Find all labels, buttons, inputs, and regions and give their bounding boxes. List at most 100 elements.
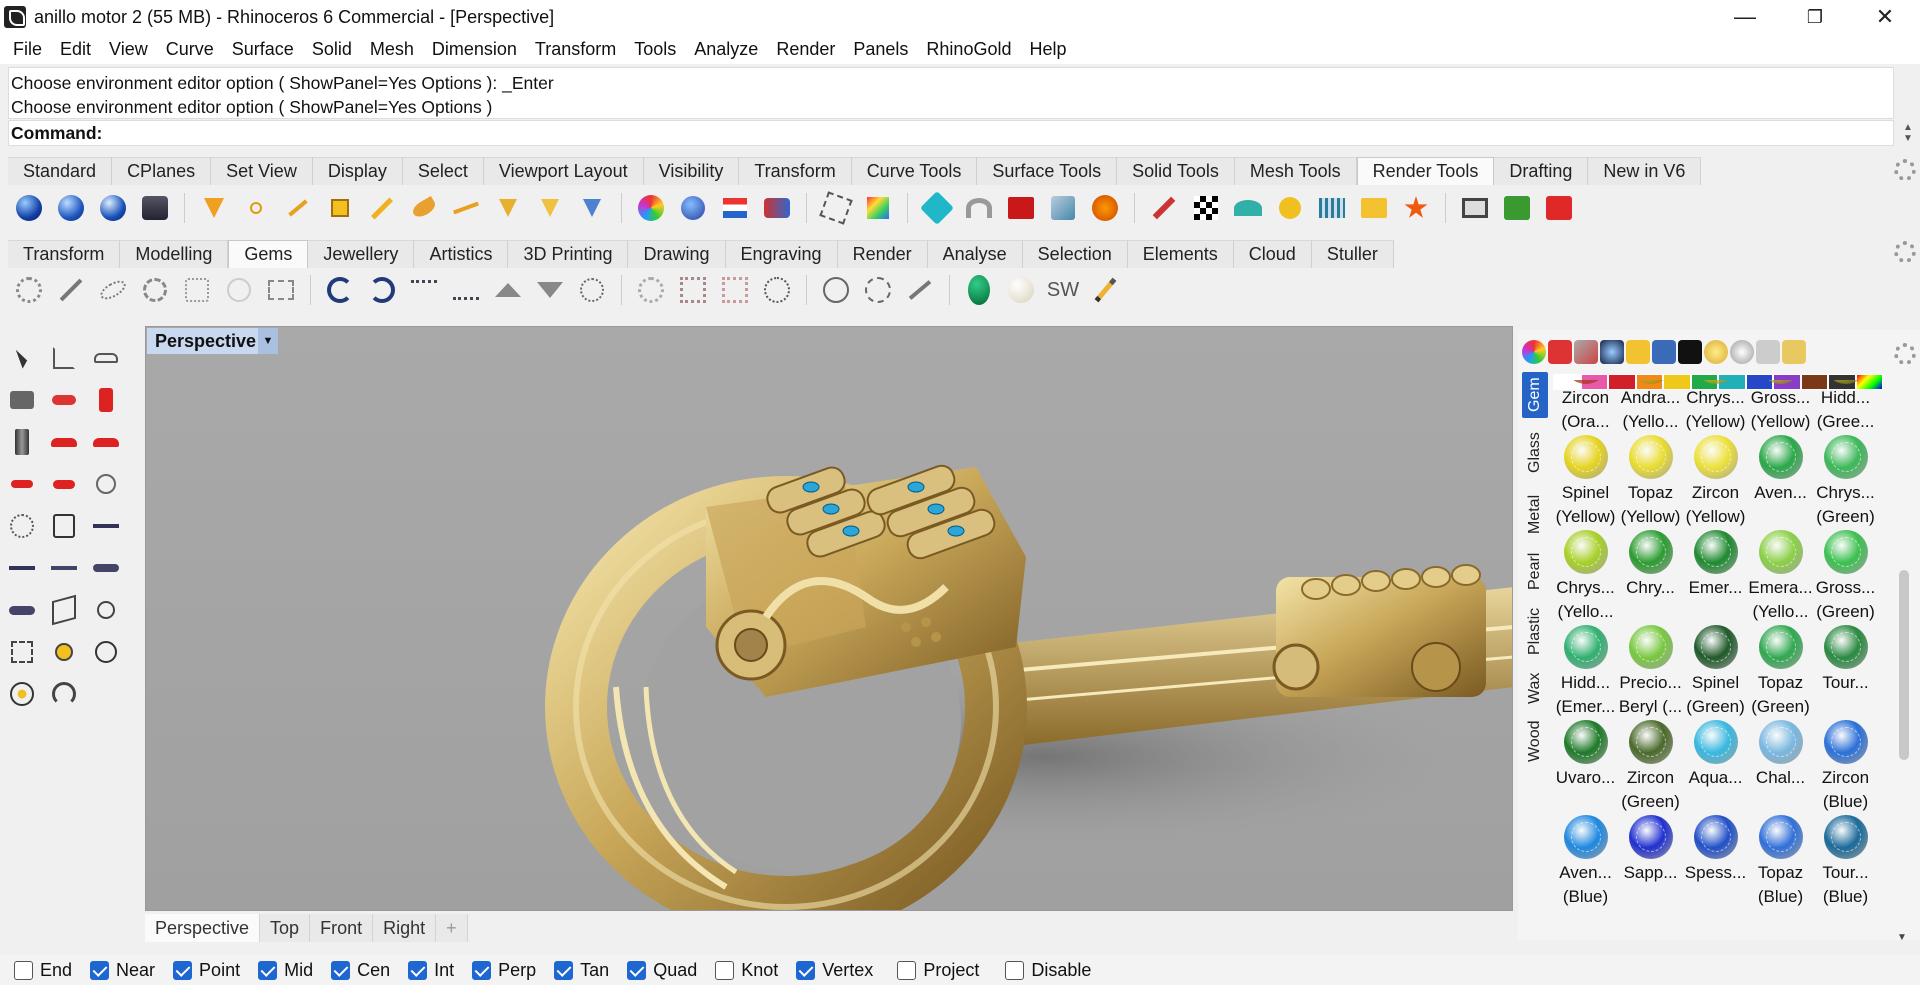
material-editor-icon[interactable]: [634, 191, 668, 225]
gem-report-icon[interactable]: [575, 273, 609, 307]
tab-surface-tools[interactable]: Surface Tools: [977, 157, 1118, 185]
cylindrical-mapping-icon[interactable]: [920, 191, 954, 225]
folder-icon[interactable]: [1357, 191, 1391, 225]
sun-icon[interactable]: [1704, 340, 1728, 364]
tab-selection[interactable]: Selection: [1022, 240, 1128, 268]
command-input[interactable]: Command:: [8, 120, 1894, 146]
tab-drawing[interactable]: Drawing: [628, 240, 726, 268]
gem-material-item[interactable]: Emer...: [1683, 530, 1748, 625]
gem-material-item[interactable]: Uvaro...: [1553, 720, 1618, 815]
jet-icon[interactable]: [4, 550, 40, 586]
move-gem-down-icon[interactable]: [449, 273, 483, 307]
viewport-tab-front[interactable]: Front: [310, 914, 374, 942]
osnap-checkbox[interactable]: [90, 960, 110, 980]
sports-car-icon[interactable]: [46, 424, 82, 460]
linear-light-icon[interactable]: [365, 191, 399, 225]
gem-material-item[interactable]: Spess...: [1683, 815, 1748, 910]
osnap-checkbox[interactable]: [715, 960, 735, 980]
tab-curve-tools[interactable]: Curve Tools: [851, 157, 978, 185]
rhinogold-icon[interactable]: [1678, 340, 1702, 364]
menu-view[interactable]: View: [100, 39, 157, 60]
gem-material-item[interactable]: Gross... (Green): [1813, 530, 1878, 625]
close-button[interactable]: ✕: [1850, 0, 1920, 34]
texture-mapping-icon[interactable]: [760, 191, 794, 225]
tab-stuller[interactable]: Stuller: [1311, 240, 1394, 268]
osnap-mid[interactable]: Mid: [258, 960, 313, 981]
osnap-disable[interactable]: Disable: [1005, 960, 1091, 981]
gem-chain-icon[interactable]: [903, 273, 937, 307]
gem-material-item[interactable]: Tour... (Blue): [1813, 815, 1878, 910]
tab-transform-rg[interactable]: Transform: [8, 240, 121, 268]
play-animation-icon[interactable]: [1500, 191, 1534, 225]
osnap-checkbox[interactable]: [14, 960, 33, 980]
convertible-icon[interactable]: [4, 466, 40, 502]
rhinogold-options-gear-icon[interactable]: [1894, 241, 1916, 263]
tab-3d-printing[interactable]: 3D Printing: [508, 240, 629, 268]
record-icon[interactable]: [1542, 191, 1576, 225]
gem-material-item[interactable]: Spinel (Yellow): [1553, 435, 1618, 530]
gem-material-item[interactable]: Topaz (Yellow): [1618, 435, 1683, 530]
tab-viewport-layout[interactable]: Viewport Layout: [483, 157, 644, 185]
zoom-window-icon[interactable]: [4, 634, 40, 670]
render-2d-icon[interactable]: [4, 508, 40, 544]
osnap-checkbox[interactable]: [554, 960, 574, 980]
tab-cplanes[interactable]: CPlanes: [112, 157, 212, 185]
rotate-gem-icon[interactable]: [323, 273, 357, 307]
osnap-vertex[interactable]: Vertex: [796, 960, 873, 981]
gem-grid-scrollbar[interactable]: ▼: [1897, 390, 1911, 943]
checker-icon[interactable]: [1189, 191, 1223, 225]
light-target-icon[interactable]: [533, 191, 567, 225]
move-gem-up-icon[interactable]: [407, 273, 441, 307]
decal-icon[interactable]: [718, 191, 752, 225]
tab-visibility[interactable]: Visibility: [643, 157, 740, 185]
pave-cluster-icon[interactable]: [634, 273, 668, 307]
gem-material-item[interactable]: Chrys... (Green): [1813, 435, 1878, 530]
explosion-icon[interactable]: [1399, 191, 1433, 225]
scroll-thumb[interactable]: [1899, 570, 1909, 760]
rectangular-light-icon[interactable]: [323, 191, 357, 225]
minimize-button[interactable]: —: [1710, 0, 1780, 34]
render-preview-icon[interactable]: [54, 191, 88, 225]
target-icon[interactable]: [88, 634, 124, 670]
select-arrow-icon[interactable]: [4, 340, 40, 376]
menu-help[interactable]: Help: [1020, 39, 1075, 60]
view-panel-icon[interactable]: [1756, 340, 1780, 364]
gem-material-item[interactable]: Zircon (Yellow): [1683, 435, 1748, 530]
menu-tools[interactable]: Tools: [625, 39, 685, 60]
properties-icon[interactable]: [1574, 340, 1598, 364]
osnap-near[interactable]: Near: [90, 960, 155, 981]
gem-material-item[interactable]: Hidd... (Emer...: [1553, 625, 1618, 720]
viewport-menu-chevron-down-icon[interactable]: ▼: [258, 328, 278, 354]
menu-render[interactable]: Render: [767, 39, 844, 60]
folder-panel-icon[interactable]: [1626, 340, 1650, 364]
spotlight-icon[interactable]: [197, 191, 231, 225]
zoom-icon[interactable]: [88, 592, 124, 628]
vtab-wax[interactable]: Wax: [1522, 666, 1548, 710]
osnap-knot[interactable]: Knot: [715, 960, 778, 981]
restore-button[interactable]: ❐: [1780, 0, 1850, 34]
sphere-tool-icon[interactable]: [88, 466, 124, 502]
panel-options-gear-icon[interactable]: [1894, 343, 1916, 365]
osnap-checkbox[interactable]: [627, 960, 647, 980]
vtab-plastic[interactable]: Plastic: [1522, 600, 1548, 662]
hatchback-icon[interactable]: [46, 466, 82, 502]
light-manager-icon[interactable]: [575, 191, 609, 225]
sedan-icon[interactable]: [88, 424, 124, 460]
light-edit-icon[interactable]: [407, 191, 441, 225]
perspective-viewport[interactable]: [145, 326, 1513, 911]
gem-spacing-icon[interactable]: [222, 273, 256, 307]
bomber-icon[interactable]: [88, 550, 124, 586]
viewport-tab-right[interactable]: Right: [373, 914, 437, 942]
tab-standard[interactable]: Standard: [8, 157, 113, 185]
box-mapping-icon[interactable]: [861, 191, 895, 225]
scroll-down-icon[interactable]: ▼: [1897, 932, 1907, 943]
tab-cloud[interactable]: Cloud: [1233, 240, 1312, 268]
osnap-int[interactable]: Int: [408, 960, 454, 981]
gem-by-2-curves-icon[interactable]: [138, 273, 172, 307]
osnap-checkbox[interactable]: [1005, 960, 1025, 980]
menu-rhinogold[interactable]: RhinoGold: [917, 39, 1020, 60]
submarine-icon[interactable]: [4, 592, 40, 628]
gem-material-item[interactable]: Precio... Beryl (...: [1618, 625, 1683, 720]
vtab-gem[interactable]: Gem: [1522, 372, 1548, 418]
gem-material-item[interactable]: Chrys... (Yellow): [1683, 380, 1748, 435]
